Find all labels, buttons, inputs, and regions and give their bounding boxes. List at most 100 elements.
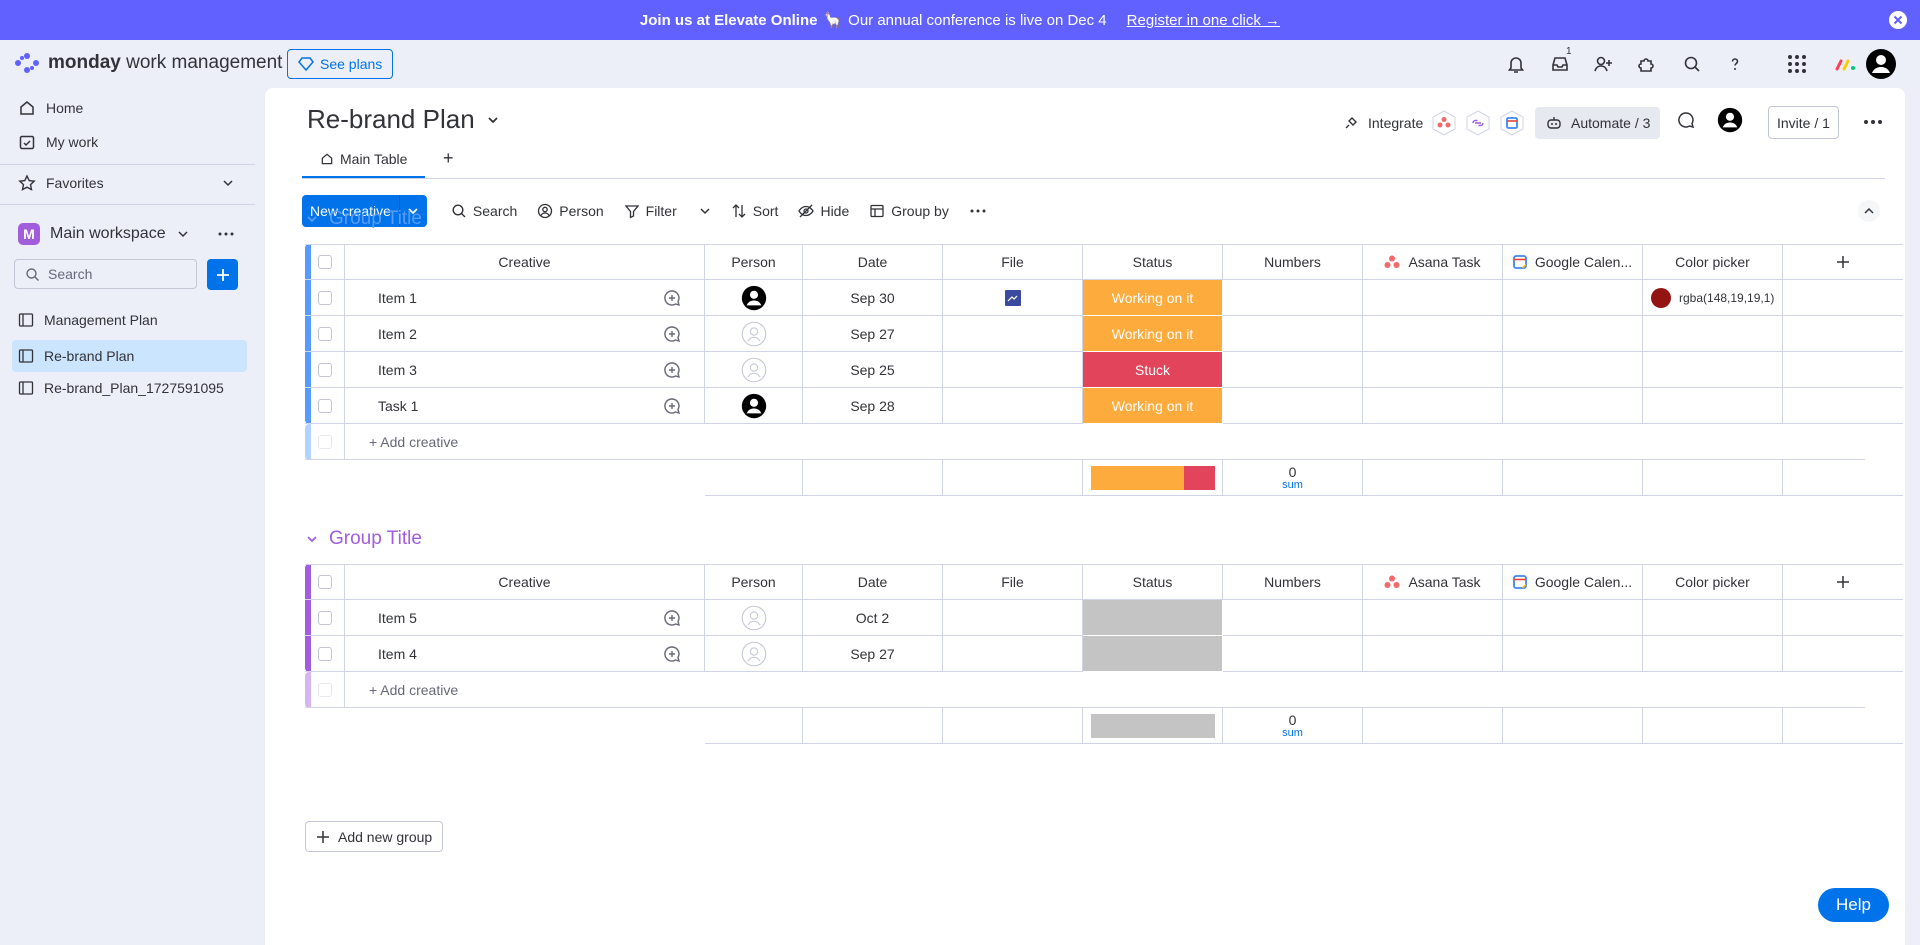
numbers-sum-cell[interactable]: 0 sum xyxy=(1223,708,1363,744)
workspace-search-input[interactable]: Search xyxy=(14,259,197,289)
chevron-down-icon[interactable] xyxy=(305,532,319,546)
filter-button[interactable]: Filter xyxy=(614,195,721,227)
person-cell[interactable] xyxy=(705,280,803,316)
color-picker-cell[interactable] xyxy=(1643,352,1783,388)
column-header-numbers[interactable]: Numbers xyxy=(1223,564,1363,600)
status-summary-cell[interactable] xyxy=(1083,708,1223,744)
app-grid-icon[interactable] xyxy=(1785,52,1809,76)
add-item-input[interactable]: + Add creative xyxy=(345,672,1865,708)
person-cell[interactable] xyxy=(705,600,803,636)
item-name-cell[interactable]: Task 1 xyxy=(345,388,640,424)
person-cell[interactable] xyxy=(705,388,803,424)
date-cell[interactable]: Sep 28 xyxy=(803,388,943,424)
add-update-icon[interactable] xyxy=(662,360,682,380)
file-cell[interactable] xyxy=(943,636,1083,672)
add-board-button[interactable] xyxy=(207,259,238,290)
asana-task-cell[interactable] xyxy=(1363,636,1503,672)
group-title[interactable]: Group Title xyxy=(305,528,422,550)
apps-puzzle-icon[interactable] xyxy=(1635,52,1659,76)
row-checkbox-cell[interactable] xyxy=(305,316,345,352)
status-cell[interactable]: Working on it xyxy=(1083,388,1223,424)
numbers-sum-cell[interactable]: 0 sum xyxy=(1223,460,1363,496)
row-checkbox[interactable] xyxy=(317,398,332,413)
header-checkbox-cell[interactable] xyxy=(305,564,345,600)
row-checkbox[interactable] xyxy=(317,326,332,341)
row-checkbox-cell[interactable] xyxy=(305,352,345,388)
sidebar-item-re-brand-plan-copy[interactable]: Re-brand_Plan_1727591095 xyxy=(12,374,247,402)
column-header-date[interactable]: Date xyxy=(803,564,943,600)
column-header-numbers[interactable]: Numbers xyxy=(1223,244,1363,280)
color-picker-cell[interactable]: rgba(148,19,19,1) xyxy=(1643,280,1783,316)
column-header-file[interactable]: File xyxy=(943,244,1083,280)
person-cell[interactable] xyxy=(705,316,803,352)
integrate-button[interactable]: Integrate xyxy=(1342,110,1525,136)
more-options-icon[interactable] xyxy=(217,225,235,243)
hide-button[interactable]: Hide xyxy=(788,195,859,227)
row-checkbox[interactable] xyxy=(317,290,332,305)
google-calendar-cell[interactable] xyxy=(1503,600,1643,636)
color-picker-cell[interactable] xyxy=(1643,636,1783,672)
row-checkbox-cell[interactable] xyxy=(305,280,345,316)
column-header-person[interactable]: Person xyxy=(705,244,803,280)
row-checkbox[interactable] xyxy=(317,610,332,625)
date-cell[interactable]: Oct 2 xyxy=(803,600,943,636)
add-update-cell[interactable] xyxy=(640,352,705,388)
numbers-cell[interactable] xyxy=(1223,388,1363,424)
add-new-group-button[interactable]: Add new group xyxy=(305,821,444,852)
banner-register-link[interactable]: Register in one click → xyxy=(1127,12,1280,29)
chevron-down-icon[interactable] xyxy=(699,205,711,217)
column-header-asana-task[interactable]: Asana Task xyxy=(1363,244,1503,280)
date-cell[interactable]: Sep 25 xyxy=(803,352,943,388)
numbers-cell[interactable] xyxy=(1223,316,1363,352)
sidebar-item-home[interactable]: Home xyxy=(12,94,247,122)
column-header-creative[interactable]: Creative xyxy=(345,564,705,600)
add-column-button[interactable] xyxy=(1783,244,1903,280)
workspace-selector[interactable]: M Main workspace xyxy=(12,217,247,251)
column-header-status[interactable]: Status xyxy=(1083,244,1223,280)
add-item-input[interactable]: + Add creative xyxy=(345,424,1865,460)
sort-button[interactable]: Sort xyxy=(721,195,789,227)
add-update-icon[interactable] xyxy=(662,396,682,416)
add-update-icon[interactable] xyxy=(662,608,682,628)
file-cell[interactable] xyxy=(943,600,1083,636)
status-cell[interactable] xyxy=(1083,636,1223,672)
sidebar-item-management-plan[interactable]: Management Plan xyxy=(12,306,247,334)
user-avatar[interactable] xyxy=(1865,48,1897,80)
bell-icon[interactable] xyxy=(1504,52,1528,76)
item-name-cell[interactable]: Item 5 xyxy=(345,600,640,636)
status-cell[interactable]: Working on it xyxy=(1083,316,1223,352)
google-calendar-cell[interactable] xyxy=(1503,636,1643,672)
file-cell[interactable] xyxy=(943,280,1083,316)
color-picker-cell[interactable] xyxy=(1643,316,1783,352)
asana-task-cell[interactable] xyxy=(1363,388,1503,424)
add-view-button[interactable]: + xyxy=(443,148,454,169)
date-cell[interactable]: Sep 27 xyxy=(803,636,943,672)
add-update-cell[interactable] xyxy=(640,280,705,316)
color-picker-cell[interactable] xyxy=(1643,388,1783,424)
column-header-person[interactable]: Person xyxy=(705,564,803,600)
file-cell[interactable] xyxy=(943,316,1083,352)
asana-task-cell[interactable] xyxy=(1363,316,1503,352)
row-checkbox-cell[interactable] xyxy=(305,388,345,424)
more-options-icon[interactable] xyxy=(1862,111,1884,133)
add-update-cell[interactable] xyxy=(640,316,705,352)
chevron-down-icon[interactable] xyxy=(305,212,319,226)
item-name-cell[interactable]: Item 3 xyxy=(345,352,640,388)
file-thumbnail-icon[interactable] xyxy=(1004,289,1022,307)
person-cell[interactable] xyxy=(705,352,803,388)
add-update-icon[interactable] xyxy=(662,288,682,308)
column-header-date[interactable]: Date xyxy=(803,244,943,280)
file-cell[interactable] xyxy=(943,352,1083,388)
see-plans-button[interactable]: See plans xyxy=(287,49,394,79)
person-filter-button[interactable]: Person xyxy=(527,195,613,227)
item-name-cell[interactable]: Item 2 xyxy=(345,316,640,352)
invite-button[interactable]: Invite / 1 xyxy=(1768,106,1839,139)
google-calendar-cell[interactable] xyxy=(1503,280,1643,316)
add-update-icon[interactable] xyxy=(662,644,682,664)
item-name-cell[interactable]: Item 4 xyxy=(345,636,640,672)
google-calendar-cell[interactable] xyxy=(1503,388,1643,424)
asana-task-cell[interactable] xyxy=(1363,352,1503,388)
chevron-down-icon[interactable] xyxy=(221,176,235,190)
asana-task-cell[interactable] xyxy=(1363,600,1503,636)
search-icon[interactable] xyxy=(1680,52,1704,76)
